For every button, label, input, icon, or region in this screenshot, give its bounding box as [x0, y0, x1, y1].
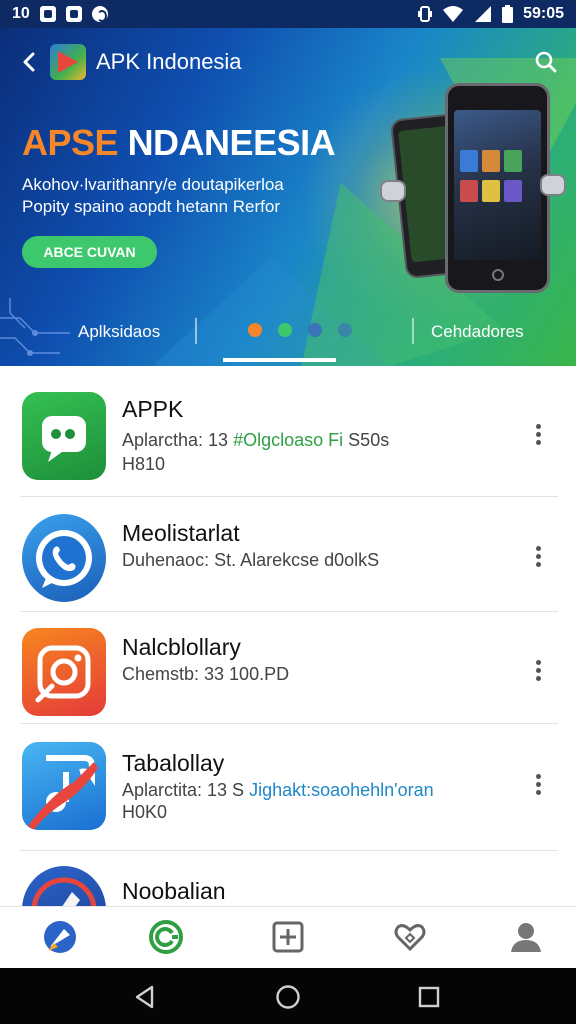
app-meta-secondary: H810 — [122, 454, 166, 474]
bottom-tab-bar — [0, 906, 576, 968]
tab-updates[interactable] — [146, 917, 186, 957]
tab-home[interactable] — [40, 917, 80, 957]
app-title: APK Indonesia — [96, 49, 242, 74]
heart-icon — [394, 924, 426, 952]
system-navigation-bar — [0, 968, 576, 1024]
app-name: APPK — [122, 396, 184, 422]
phone-chat-blue-icon — [22, 514, 106, 602]
camera-orange-icon — [22, 628, 106, 716]
hero-headline-part1: APSE — [22, 122, 119, 163]
phone-illustration-front — [445, 83, 550, 293]
sync-icon — [91, 6, 108, 22]
system-home-icon[interactable] — [275, 984, 301, 1010]
status-bar: 10 59:05 — [0, 0, 576, 28]
gamepad-icon — [380, 180, 406, 202]
app-meta: Aplarctita: 13 S Jighakt:soaohehln'oran — [122, 780, 434, 801]
wifi-icon — [443, 6, 464, 22]
divider — [20, 611, 558, 612]
carousel-indicator — [223, 358, 336, 362]
vibrate-icon — [418, 6, 433, 22]
system-recents-icon[interactable] — [416, 984, 442, 1010]
app-meta-highlight: #Olgcloaso Fi — [233, 430, 344, 450]
hero-nav-right-link[interactable]: Cehdadores — [431, 322, 524, 342]
carousel-dots — [248, 323, 352, 337]
app-logo — [50, 44, 86, 80]
app-name: Nalcblollary — [122, 634, 241, 660]
hero-subtitle-line2: Popity spaino aopdt hetann Rerfor — [22, 197, 281, 216]
carousel-dot[interactable] — [308, 323, 322, 337]
hero-subtitle: Akohov·lvarithanry/e doutapikerloa Popit… — [22, 174, 322, 218]
gamepad-icon — [540, 174, 566, 196]
home-icon — [44, 921, 76, 953]
hero-cta-button[interactable]: ABCE CUVAN — [22, 236, 157, 268]
app-list: APPK Aplarctha: 13 #Olgcloaso Fi S50s H8… — [0, 366, 576, 906]
add-box-icon — [272, 921, 304, 953]
back-arrow-icon[interactable] — [18, 50, 42, 74]
system-back-icon[interactable] — [132, 984, 158, 1010]
app-meta-text: Aplarctha: 13 — [122, 430, 229, 450]
hero-navigation: Aplksidaos Cehdadores — [0, 316, 576, 356]
list-item[interactable]: Noobalian — [0, 866, 576, 906]
divider — [20, 496, 558, 497]
app-meta-secondary: H0K0 — [122, 802, 168, 822]
hero-nav-left-link[interactable]: Aplksidaos — [78, 322, 160, 342]
app-name: Meolistarlat — [122, 520, 240, 546]
chat-bubble-green-icon — [22, 392, 106, 480]
divider — [20, 850, 558, 851]
app-meta: Chemstb: 33 100.PD — [122, 664, 290, 684]
app-meta: Duhenaoc: St. Alarekcse d0olkS — [122, 550, 380, 570]
refresh-circle-icon — [149, 920, 183, 954]
tab-favorites[interactable] — [390, 917, 430, 957]
app-meta: Aplarctha: 13 #Olgcloaso Fi S50s — [122, 430, 389, 451]
hero-subtitle-line1: Akohov·lvarithanry/e doutapikerloa — [22, 175, 284, 194]
hero-banner[interactable]: APK Indonesia APSE NDANEESIA Akohov·lvar… — [0, 28, 576, 366]
list-item[interactable]: Tabalollay Aplarctita: 13 S Jighakt:soao… — [0, 742, 576, 838]
more-options-icon[interactable] — [526, 422, 550, 450]
tab-profile[interactable] — [506, 917, 546, 957]
app-name: Tabalollay — [122, 750, 225, 776]
battery-icon — [502, 5, 514, 23]
app-meta-tail: S50s — [348, 430, 390, 450]
rocket-globe-icon — [22, 866, 106, 906]
hero-headline: APSE NDANEESIA — [22, 122, 336, 164]
divider — [20, 723, 558, 724]
status-time: 59:05 — [523, 5, 564, 22]
carousel-dot[interactable] — [338, 323, 352, 337]
app-meta-highlight: Jighakt:soaohehln'oran — [249, 780, 434, 800]
carousel-dot[interactable] — [248, 323, 262, 337]
list-item[interactable]: Meolistarlat Duhenaoc: St. Alarekcse d0o… — [0, 514, 576, 606]
more-options-icon[interactable] — [526, 544, 550, 572]
notification-icon-2 — [65, 6, 82, 22]
hero-headline-part2: NDANEESIA — [127, 122, 336, 163]
app-meta-text: Aplarctita: 13 S — [122, 780, 245, 800]
notification-icon — [39, 6, 56, 22]
signal-icon — [475, 6, 492, 22]
carousel-dot[interactable] — [278, 323, 292, 337]
tab-add[interactable] — [268, 917, 308, 957]
search-icon[interactable] — [534, 50, 558, 74]
music-note-blue-icon — [22, 742, 106, 830]
list-item[interactable]: Nalcblollary Chemstb: 33 100.PD — [0, 628, 576, 716]
status-left-text: 10 — [12, 5, 30, 22]
more-options-icon[interactable] — [526, 772, 550, 800]
list-item[interactable]: APPK Aplarctha: 13 #Olgcloaso Fi S50s H8… — [0, 392, 576, 496]
profile-icon — [511, 923, 541, 952]
more-options-icon[interactable] — [526, 658, 550, 686]
app-name: Noobalian — [122, 878, 226, 904]
